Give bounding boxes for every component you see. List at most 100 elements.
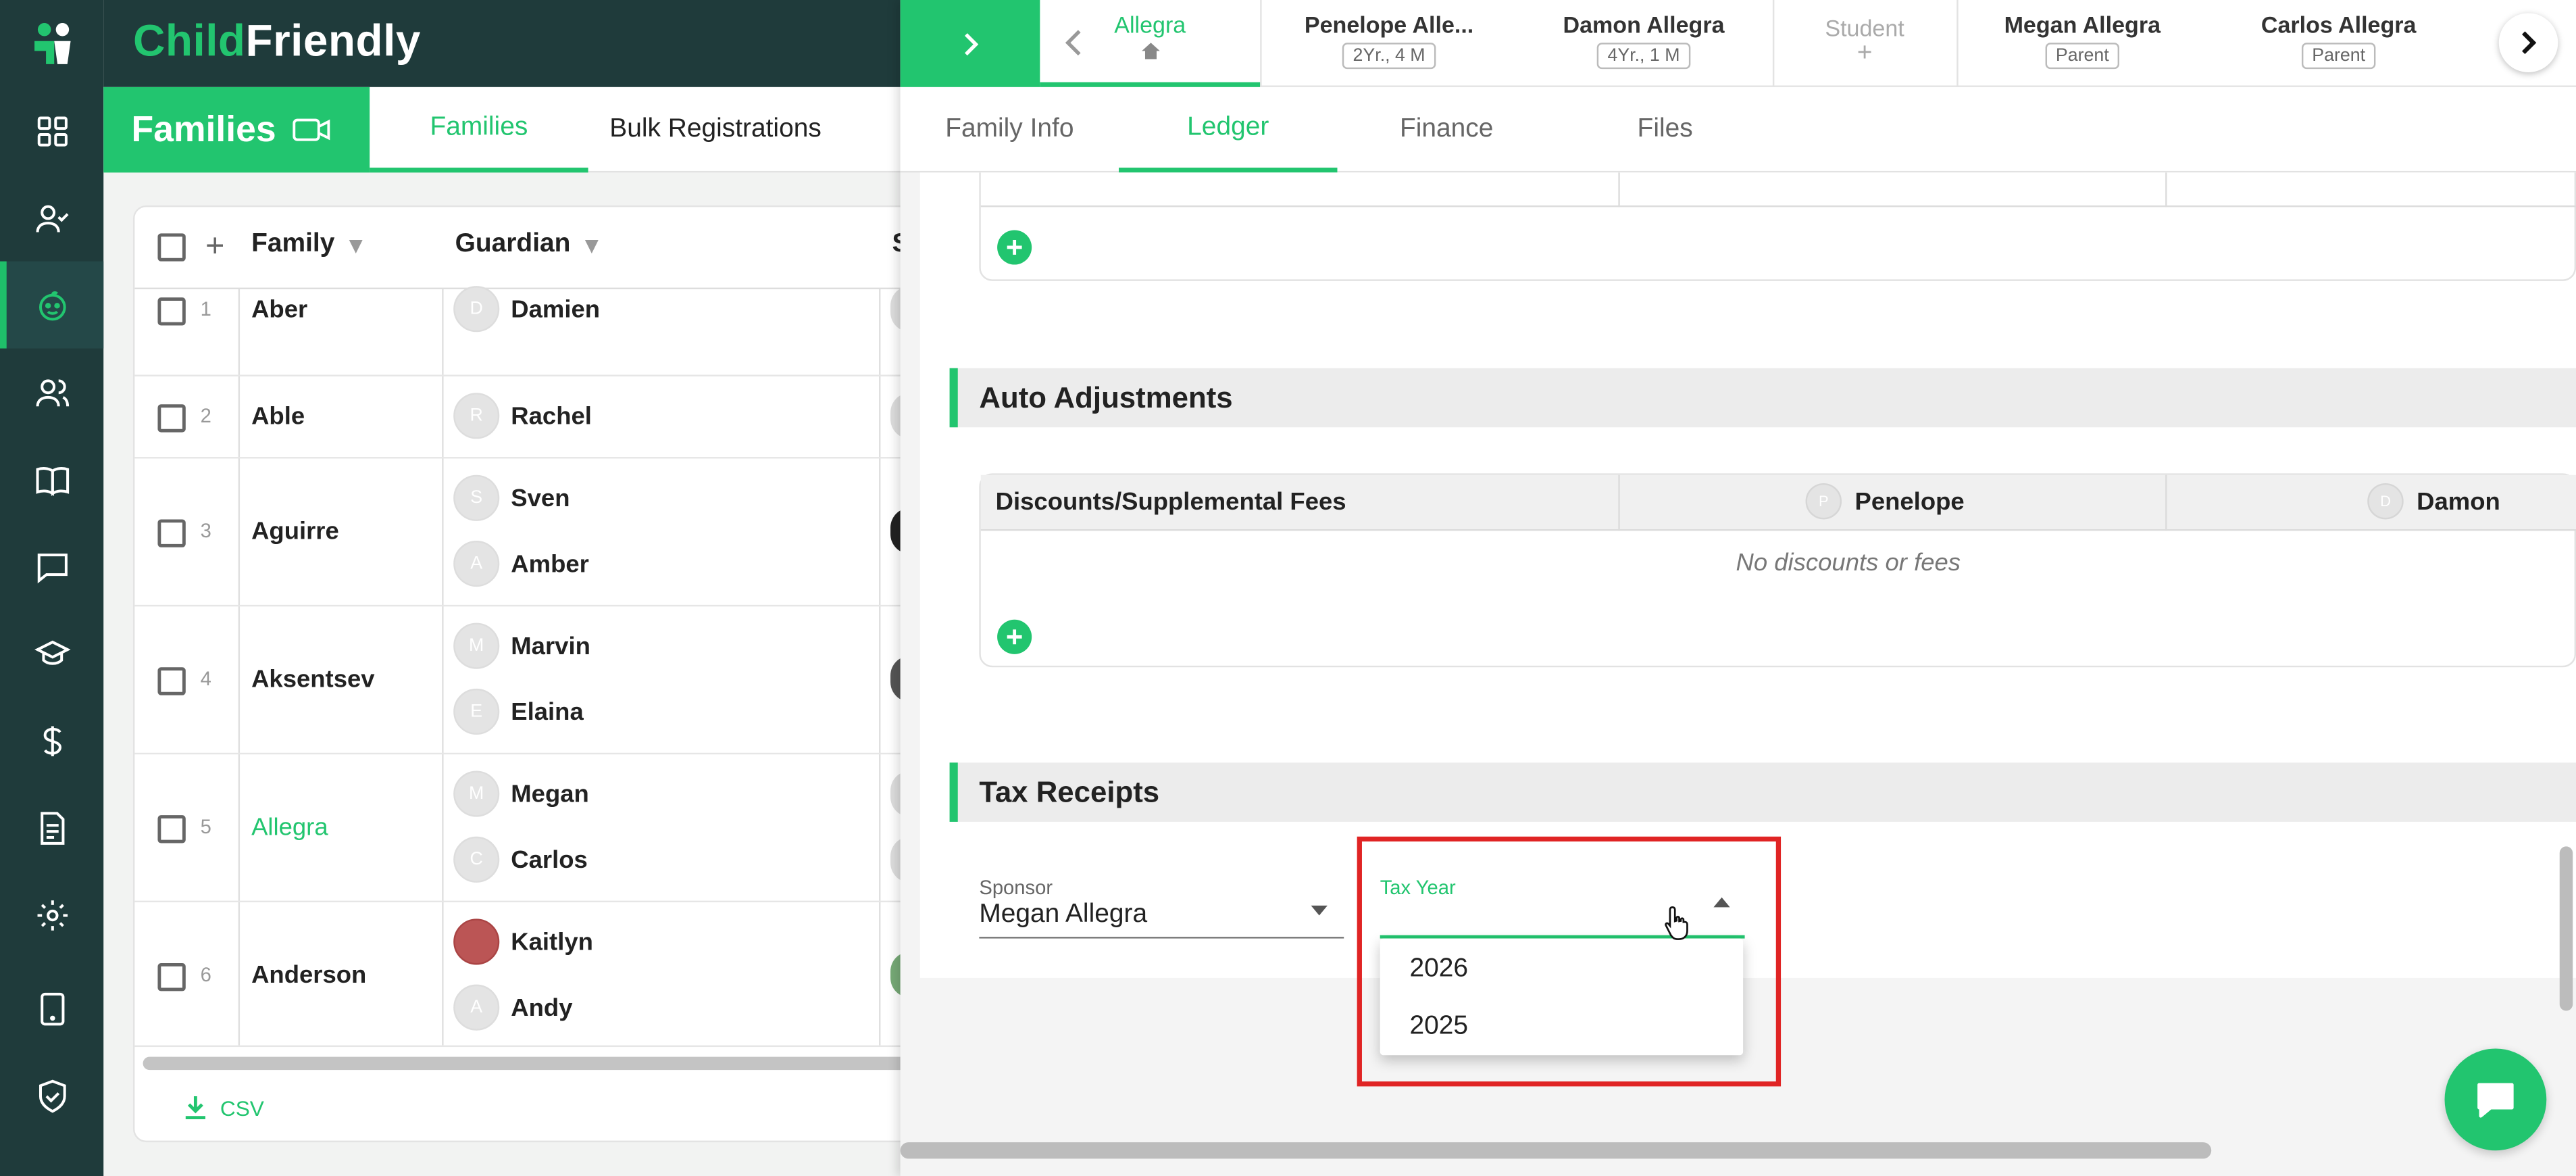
row-checkbox[interactable] [157, 963, 186, 991]
person-tabs: Allegra Penelope Alle... 2Yr., 4 M Damon… [900, 0, 2576, 87]
plus-icon: + [1857, 39, 1873, 68]
family-name[interactable]: Aguirre [251, 518, 339, 545]
age-badge: 2Yr., 4 M [1342, 43, 1436, 70]
guardian-name[interactable]: Damien [511, 296, 600, 324]
avatar: E [453, 688, 500, 735]
table-row[interactable]: 4 Aksentsev M Marvin E Elaina [134, 606, 986, 755]
child-face-icon[interactable] [0, 261, 104, 349]
row-checkbox[interactable] [157, 815, 186, 843]
person-check-icon[interactable] [0, 174, 103, 262]
horizontal-scrollbar[interactable] [900, 1142, 2212, 1159]
row-number: 1 [200, 297, 211, 321]
csv-export-button[interactable]: CSV [184, 1095, 264, 1121]
avatar: D [453, 286, 500, 333]
row-checkbox[interactable] [157, 667, 186, 695]
caret-down-icon [1311, 905, 1328, 916]
tab-families[interactable]: Families [370, 87, 588, 173]
family-name[interactable]: Aksentsev [251, 666, 374, 693]
select-all-checkbox[interactable] [157, 233, 186, 262]
chevron-left-icon[interactable] [1063, 26, 1086, 59]
family-name[interactable]: Anderson [251, 962, 366, 989]
people-icon[interactable] [0, 349, 103, 436]
person-tab-megan[interactable]: Megan Allegra Parent [1971, 0, 2193, 87]
family-name[interactable]: Aber [251, 296, 307, 324]
person-tab-label: Damon Allegra [1563, 11, 1725, 38]
guardian-name[interactable]: Sven [511, 485, 570, 512]
table-row[interactable]: 1 Aber D Damien [134, 286, 986, 376]
column-guardian[interactable]: Guardian ▼ [455, 230, 603, 260]
guardian-name[interactable]: Rachel [511, 403, 592, 431]
guardian-name[interactable]: Carlos [511, 846, 588, 874]
tab-family-info[interactable]: Family Info [901, 87, 1119, 172]
add-adjustment-button[interactable] [997, 619, 1032, 654]
role-badge: Parent [2302, 43, 2375, 70]
next-tabs-button[interactable] [2498, 13, 2558, 72]
person-tab-carlos[interactable]: Carlos Allegra Parent [2228, 0, 2450, 87]
brand-logo[interactable]: ChildFriendly [133, 16, 421, 67]
sub-tabs: Family Info Ledger Finance Files [900, 87, 2576, 173]
horizontal-scrollbar[interactable] [143, 1056, 915, 1071]
table-row[interactable]: 5 Allegra M Megan C Carlos [134, 754, 986, 903]
dashboard-icon[interactable] [0, 87, 103, 174]
chat-bubble-icon [2477, 1083, 2514, 1118]
tab-finance[interactable]: Finance [1337, 87, 1555, 172]
gear-icon[interactable] [0, 871, 103, 958]
add-student-tab[interactable]: Student + [1773, 0, 1956, 87]
guardian-name[interactable]: Kaitlyn [511, 929, 593, 956]
avatar: A [453, 984, 500, 1031]
row-checkbox[interactable] [157, 404, 186, 433]
guardian-name[interactable]: Megan [511, 781, 589, 808]
avatar: R [453, 393, 500, 439]
avatar [453, 918, 500, 965]
column-divider [1618, 172, 1620, 207]
book-icon[interactable] [0, 435, 103, 522]
guardian-name[interactable]: Andy [511, 994, 572, 1022]
brand-part1: Child [132, 16, 246, 66]
row-number: 2 [200, 404, 211, 428]
graduation-cap-icon[interactable] [0, 610, 103, 697]
document-icon[interactable] [0, 784, 103, 871]
person-tab-damon[interactable]: Damon Allegra 4Yr., 1 M [1533, 0, 1754, 87]
tab-ledger[interactable]: Ledger [1119, 87, 1338, 173]
left-nav-rail [0, 0, 104, 1176]
column-divider [2165, 474, 2167, 531]
row-number: 4 [200, 667, 211, 691]
chat-icon[interactable] [0, 522, 103, 610]
avatar: C [453, 836, 500, 883]
add-family-button[interactable]: + [205, 228, 224, 266]
guardian-name[interactable]: Amber [511, 551, 589, 579]
table-row[interactable]: 3 Aguirre S Sven A Amber [134, 458, 986, 607]
tab-bulk-registrations[interactable]: Bulk Registrations [588, 87, 843, 172]
csv-label: CSV [220, 1095, 264, 1121]
guardian-name[interactable]: Marvin [511, 633, 590, 660]
person-tab-family[interactable]: Allegra [1040, 0, 1261, 87]
family-name[interactable]: Allegra [251, 814, 328, 841]
download-icon [185, 1096, 205, 1120]
table-row[interactable]: 2 Able R Rachel [134, 376, 986, 459]
vertical-scrollbar[interactable] [2559, 846, 2573, 1011]
tablet-icon[interactable] [0, 964, 103, 1052]
row-checkbox[interactable] [157, 297, 186, 326]
filter-icon[interactable]: ▼ [345, 232, 368, 258]
column-family[interactable]: Family ▼ [251, 230, 368, 260]
video-tour-icon[interactable] [293, 117, 332, 143]
guardian-name[interactable]: Elaina [511, 699, 583, 727]
avatar: M [453, 622, 500, 669]
dollar-icon[interactable] [0, 697, 103, 784]
add-charge-button[interactable] [997, 230, 1032, 265]
table-row[interactable]: 6 Anderson Kaitlyn A Andy [134, 902, 986, 1048]
families-title: Families [103, 87, 370, 173]
filter-icon[interactable]: ▼ [580, 232, 603, 258]
families-table: + Family ▼ Guardian ▼ S 1 Aber D Damien 2 … [132, 205, 988, 1143]
family-name[interactable]: Able [251, 403, 305, 431]
app-logo-icon[interactable] [0, 0, 103, 87]
sponsor-select[interactable]: Sponsor Megan Allegra [979, 866, 1344, 939]
shield-check-icon[interactable] [0, 1052, 103, 1139]
collapse-drawer-button[interactable] [900, 0, 1040, 87]
row-checkbox[interactable] [157, 519, 186, 547]
chat-launcher-button[interactable] [2444, 1048, 2547, 1151]
person-tab-penelope[interactable]: Penelope Alle... 2Yr., 4 M [1278, 0, 1500, 87]
table-header: + Family▼ Guardian▼ S [134, 207, 986, 289]
sponsor-value: Megan Allegra [979, 900, 1148, 929]
tab-files[interactable]: Files [1556, 87, 1774, 172]
